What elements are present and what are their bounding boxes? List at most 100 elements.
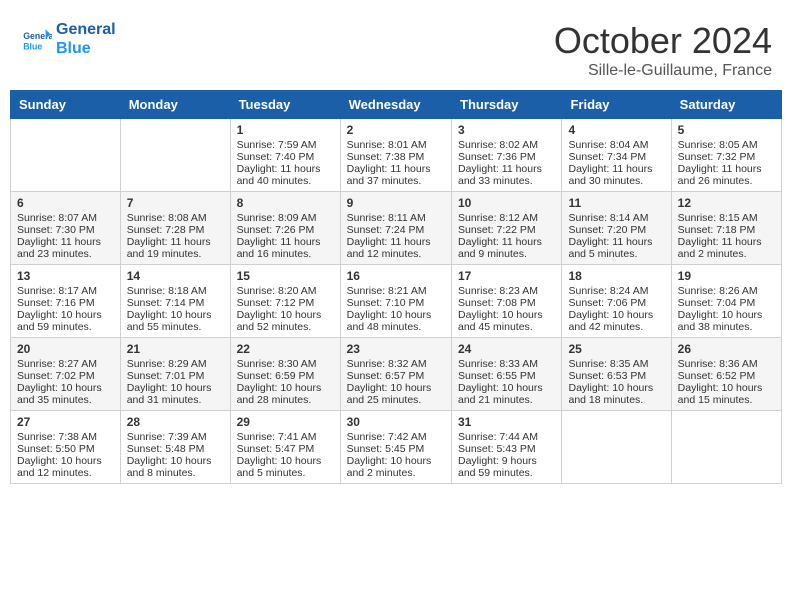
calendar-cell: 29Sunrise: 7:41 AMSunset: 5:47 PMDayligh…: [230, 411, 340, 484]
sunrise-text: Sunrise: 8:14 AM: [568, 212, 664, 224]
sunrise-text: Sunrise: 8:18 AM: [127, 285, 224, 297]
sunset-text: Sunset: 6:59 PM: [237, 370, 334, 382]
calendar-cell: 10Sunrise: 8:12 AMSunset: 7:22 PMDayligh…: [452, 192, 562, 265]
calendar-cell: 1Sunrise: 7:59 AMSunset: 7:40 PMDaylight…: [230, 119, 340, 192]
day-number: 19: [678, 269, 775, 283]
daylight-text: Daylight: 10 hours and 21 minutes.: [458, 382, 555, 406]
sunrise-text: Sunrise: 8:09 AM: [237, 212, 334, 224]
calendar-cell: 2Sunrise: 8:01 AMSunset: 7:38 PMDaylight…: [340, 119, 451, 192]
sunrise-text: Sunrise: 8:07 AM: [17, 212, 114, 224]
day-number: 6: [17, 196, 114, 210]
sunset-text: Sunset: 7:06 PM: [568, 297, 664, 309]
day-number: 1: [237, 123, 334, 137]
calendar-week-row: 27Sunrise: 7:38 AMSunset: 5:50 PMDayligh…: [11, 411, 782, 484]
calendar-week-row: 6 Sunrise: 8:07 AMSunset: 7:30 PM Daylight…: [11, 192, 782, 265]
calendar-cell: 21Sunrise: 8:29 AMSunset: 7:01 PMDayligh…: [120, 338, 230, 411]
daylight-text: Daylight: 10 hours and 2 minutes.: [347, 455, 445, 479]
sunrise-text: Sunrise: 8:29 AM: [127, 358, 224, 370]
logo-icon: General Blue: [20, 23, 52, 55]
sunset-text: Sunset: 6:55 PM: [458, 370, 555, 382]
calendar-cell: 12Sunrise: 8:15 AMSunset: 7:18 PMDayligh…: [671, 192, 781, 265]
daylight-text: Daylight: 10 hours and 42 minutes.: [568, 309, 664, 333]
daylight-text: Daylight: 10 hours and 52 minutes.: [237, 309, 334, 333]
daylight-text: Daylight: 9 hours and 59 minutes.: [458, 455, 555, 479]
calendar-header-row: SundayMondayTuesdayWednesdayThursdayFrid…: [11, 91, 782, 119]
sunrise-text: Sunrise: 8:26 AM: [678, 285, 775, 297]
calendar-cell: 8Sunrise: 8:09 AMSunset: 7:26 PMDaylight…: [230, 192, 340, 265]
sunrise-text: Sunrise: 8:33 AM: [458, 358, 555, 370]
logo-text-blue: Blue: [56, 39, 116, 58]
calendar-cell: 4Sunrise: 8:04 AMSunset: 7:34 PMDaylight…: [562, 119, 671, 192]
day-number: 15: [237, 269, 334, 283]
day-number: 9: [347, 196, 445, 210]
calendar-cell: 30Sunrise: 7:42 AMSunset: 5:45 PMDayligh…: [340, 411, 451, 484]
sunrise-text: Sunrise: 8:36 AM: [678, 358, 775, 370]
daylight-text: Daylight: 11 hours and 9 minutes.: [458, 236, 555, 260]
daylight-text: Daylight: 10 hours and 38 minutes.: [678, 309, 775, 333]
daylight-text: Daylight: 10 hours and 28 minutes.: [237, 382, 334, 406]
daylight-text: Daylight: 11 hours and 12 minutes.: [347, 236, 445, 260]
sunset-text: Sunset: 7:01 PM: [127, 370, 224, 382]
calendar-cell: 19Sunrise: 8:26 AMSunset: 7:04 PMDayligh…: [671, 265, 781, 338]
daylight-text: Daylight: 11 hours and 19 minutes.: [127, 236, 224, 260]
sunrise-text: Sunrise: 7:59 AM: [237, 139, 334, 151]
daylight-text: Daylight: 11 hours and 5 minutes.: [568, 236, 664, 260]
day-header-monday: Monday: [120, 91, 230, 119]
month-title: October 2024: [554, 20, 772, 62]
calendar-cell: [11, 119, 121, 192]
day-number: 17: [458, 269, 555, 283]
sunrise-text: Sunrise: 8:35 AM: [568, 358, 664, 370]
calendar-cell: 3Sunrise: 8:02 AMSunset: 7:36 PMDaylight…: [452, 119, 562, 192]
sunrise-text: Sunrise: 7:44 AM: [458, 431, 555, 443]
sunset-text: Sunset: 7:12 PM: [237, 297, 334, 309]
day-number: 16: [347, 269, 445, 283]
sunset-text: Sunset: 6:57 PM: [347, 370, 445, 382]
day-number: 4: [568, 123, 664, 137]
sunset-text: Sunset: 7:10 PM: [347, 297, 445, 309]
day-number: 13: [17, 269, 114, 283]
sunset-text: Sunset: 7:26 PM: [237, 224, 334, 236]
daylight-text: Daylight: 11 hours and 33 minutes.: [458, 163, 555, 187]
daylight-text: Daylight: 10 hours and 45 minutes.: [458, 309, 555, 333]
sunset-text: Sunset: 7:32 PM: [678, 151, 775, 163]
day-number: 31: [458, 415, 555, 429]
page-header: General Blue General Blue October 2024 S…: [10, 10, 782, 85]
daylight-text: Daylight: 11 hours and 40 minutes.: [237, 163, 334, 187]
daylight-text: Daylight: 10 hours and 8 minutes.: [127, 455, 224, 479]
calendar-cell: 7Sunrise: 8:08 AMSunset: 7:28 PMDaylight…: [120, 192, 230, 265]
day-number: 18: [568, 269, 664, 283]
calendar-table: SundayMondayTuesdayWednesdayThursdayFrid…: [10, 90, 782, 484]
logo-text-general: General: [56, 20, 116, 39]
day-number: 14: [127, 269, 224, 283]
sunset-text: Sunset: 7:22 PM: [458, 224, 555, 236]
sunrise-text: Sunrise: 8:21 AM: [347, 285, 445, 297]
sunset-text: Sunset: 7:18 PM: [678, 224, 775, 236]
sunrise-text: Sunrise: 7:41 AM: [237, 431, 334, 443]
daylight-text: Daylight: 10 hours and 18 minutes.: [568, 382, 664, 406]
day-number: 12: [678, 196, 775, 210]
sunrise-text: Sunrise: 8:15 AM: [678, 212, 775, 224]
calendar-cell: 28Sunrise: 7:39 AMSunset: 5:48 PMDayligh…: [120, 411, 230, 484]
day-number: 7: [127, 196, 224, 210]
daylight-text: Daylight: 10 hours and 31 minutes.: [127, 382, 224, 406]
sunset-text: Sunset: 5:45 PM: [347, 443, 445, 455]
sunrise-text: Sunrise: 8:17 AM: [17, 285, 114, 297]
calendar-cell: 25Sunrise: 8:35 AMSunset: 6:53 PMDayligh…: [562, 338, 671, 411]
calendar-cell: 14Sunrise: 8:18 AMSunset: 7:14 PMDayligh…: [120, 265, 230, 338]
daylight-text: Daylight: 10 hours and 59 minutes.: [17, 309, 114, 333]
calendar-week-row: 13Sunrise: 8:17 AMSunset: 7:16 PMDayligh…: [11, 265, 782, 338]
title-block: October 2024 Sille-le-Guillaume, France: [554, 20, 772, 80]
sunrise-text: Sunrise: 7:39 AM: [127, 431, 224, 443]
sunset-text: Sunset: 5:43 PM: [458, 443, 555, 455]
sunset-text: Sunset: 5:50 PM: [17, 443, 114, 455]
sunset-text: Sunset: 7:30 PM: [17, 224, 114, 236]
sunrise-text: Sunrise: 8:30 AM: [237, 358, 334, 370]
calendar-cell: 6Sunrise: 8:07 AMSunset: 7:30 PMDaylight…: [11, 192, 121, 265]
daylight-text: Daylight: 11 hours and 30 minutes.: [568, 163, 664, 187]
sunset-text: Sunset: 6:53 PM: [568, 370, 664, 382]
sunrise-text: Sunrise: 7:42 AM: [347, 431, 445, 443]
day-number: 5: [678, 123, 775, 137]
calendar-cell: [562, 411, 671, 484]
calendar-cell: [671, 411, 781, 484]
sunset-text: Sunset: 7:08 PM: [458, 297, 555, 309]
